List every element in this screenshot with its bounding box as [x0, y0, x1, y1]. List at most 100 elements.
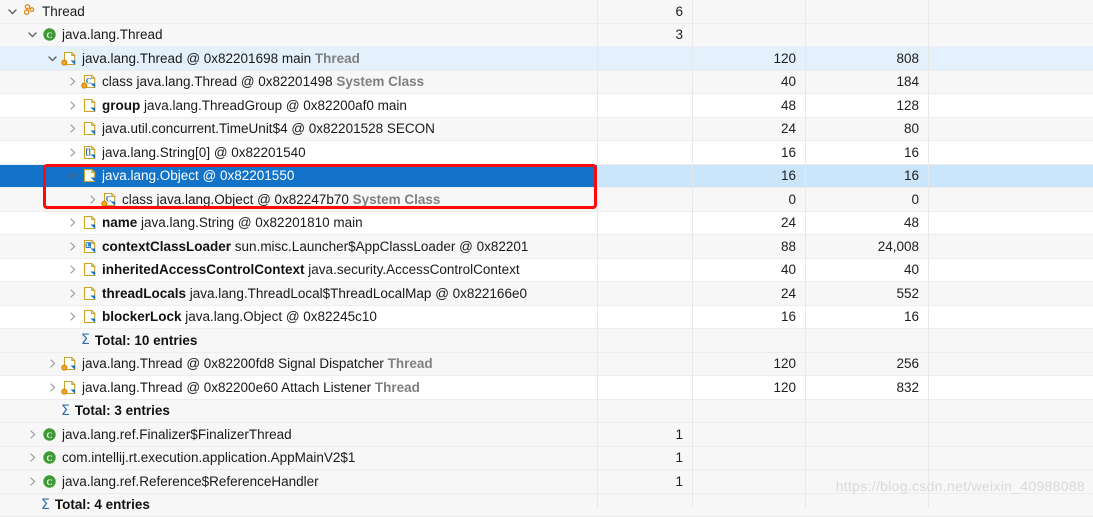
tree-cell[interactable]: LcontextClassLoader sun.misc.Launcher$Ap… — [0, 235, 597, 258]
shallow-heap-cell: 120 — [692, 353, 805, 376]
row-label: java.lang.ref.Finalizer$FinalizerThread — [62, 426, 292, 443]
tree-cell[interactable]: [] java.lang.String[0] @ 0x82201540 — [0, 141, 597, 164]
table-row[interactable]: ΣTotal: 3 entries — [0, 400, 1093, 424]
spacer-cell — [928, 423, 1093, 446]
retained-heap-cell: 16 — [805, 306, 928, 329]
row-label: Total: 10 entries — [95, 332, 198, 349]
table-row[interactable]: java.util.concurrent.TimeUnit$4 @ 0x8220… — [0, 118, 1093, 142]
chevron-down-icon[interactable] — [46, 52, 59, 65]
tree-cell[interactable]: java.lang.Thread @ 0x82200fd8 Signal Dis… — [0, 353, 597, 376]
tree-cell[interactable]: java.lang.Object @ 0x82201550 — [0, 165, 597, 188]
table-row[interactable]: inheritedAccessControlContext java.secur… — [0, 259, 1093, 283]
spacer-cell — [928, 235, 1093, 258]
row-label-normal: java.lang.Thread @ 0x82200e60 Attach Lis… — [82, 380, 375, 395]
chevron-right-icon[interactable] — [66, 287, 79, 300]
objects-cell — [597, 329, 692, 352]
table-row[interactable]: Ccom.intellij.rt.execution.application.A… — [0, 447, 1093, 471]
retained-heap-cell: 48 — [805, 212, 928, 235]
thread-object-icon — [61, 50, 78, 67]
table-row[interactable]: C class java.lang.Object @ 0x82247b70 Sy… — [0, 188, 1093, 212]
row-label-normal: Thread — [42, 4, 85, 19]
table-row[interactable]: threadLocals java.lang.ThreadLocal$Threa… — [0, 282, 1093, 306]
tree-cell[interactable]: C class java.lang.Thread @ 0x82201498 Sy… — [0, 71, 597, 94]
table-row[interactable]: Cjava.lang.ref.Finalizer$FinalizerThread… — [0, 423, 1093, 447]
row-label-normal: java.lang.ThreadGroup @ 0x82200af0 main — [140, 98, 407, 113]
table-row[interactable]: java.lang.Thread @ 0x82201698 main Threa… — [0, 47, 1093, 71]
row-label-bold: Total: 3 entries — [75, 403, 170, 418]
chevron-right-icon[interactable] — [46, 381, 59, 394]
svg-text:L: L — [86, 242, 90, 249]
table-row[interactable]: LcontextClassLoader sun.misc.Launcher$Ap… — [0, 235, 1093, 259]
thread-dominator-tree-table[interactable]: Thread6Cjava.lang.Thread3java.lang.Threa… — [0, 0, 1093, 508]
table-row[interactable]: ΣTotal: 10 entries — [0, 329, 1093, 353]
row-label-tag: System Class — [353, 192, 441, 207]
tree-cell[interactable]: Cjava.lang.Thread — [0, 24, 597, 47]
row-label: Total: 3 entries — [75, 402, 170, 419]
chevron-right-icon[interactable] — [66, 310, 79, 323]
tree-cell[interactable]: Thread — [0, 0, 597, 23]
chevron-right-icon[interactable] — [66, 216, 79, 229]
tree-cell[interactable]: java.util.concurrent.TimeUnit$4 @ 0x8220… — [0, 118, 597, 141]
table-row[interactable]: java.lang.Thread @ 0x82200e60 Attach Lis… — [0, 376, 1093, 400]
class-object-icon: C — [101, 191, 118, 208]
objects-cell — [597, 188, 692, 211]
tree-cell[interactable]: Cjava.lang.ref.Finalizer$FinalizerThread — [0, 423, 597, 446]
row-label-bold: threadLocals — [102, 286, 186, 301]
table-row[interactable]: [] java.lang.String[0] @ 0x822015401616 — [0, 141, 1093, 165]
table-row[interactable]: java.lang.Object @ 0x822015501616 — [0, 165, 1093, 189]
tree-cell[interactable]: Ccom.intellij.rt.execution.application.A… — [0, 447, 597, 470]
table-row[interactable]: ΣTotal: 4 entries — [0, 494, 1093, 517]
tree-cell[interactable]: java.lang.Thread @ 0x82201698 main Threa… — [0, 47, 597, 70]
chevron-right-icon[interactable] — [26, 451, 39, 464]
tree-cell[interactable]: group java.lang.ThreadGroup @ 0x82200af0… — [0, 94, 597, 117]
row-label-normal: sun.misc.Launcher$AppClassLoader @ 0x822… — [231, 239, 528, 254]
chevron-down-icon[interactable] — [6, 5, 19, 18]
table-row[interactable]: blockerLock java.lang.Object @ 0x82245c1… — [0, 306, 1093, 330]
tree-cell[interactable]: C class java.lang.Object @ 0x82247b70 Sy… — [0, 188, 597, 211]
retained-heap-cell: 184 — [805, 71, 928, 94]
chevron-down-icon[interactable] — [26, 28, 39, 41]
retained-heap-cell: 256 — [805, 353, 928, 376]
chevron-right-icon[interactable] — [66, 146, 79, 159]
tree-cell[interactable]: java.lang.Thread @ 0x82200e60 Attach Lis… — [0, 376, 597, 399]
chevron-right-icon[interactable] — [66, 263, 79, 276]
row-label-bold: blockerLock — [102, 309, 182, 324]
row-label-normal: java.lang.String[0] @ 0x82201540 — [102, 145, 306, 160]
row-label: contextClassLoader sun.misc.Launcher$App… — [102, 238, 528, 255]
row-label-normal: class java.lang.Thread @ 0x82201498 — [102, 74, 336, 89]
chevron-right-icon[interactable] — [46, 357, 59, 370]
tree-cell[interactable]: Cjava.lang.ref.Reference$ReferenceHandle… — [0, 470, 597, 493]
chevron-right-icon[interactable] — [86, 193, 99, 206]
retained-heap-cell: 552 — [805, 282, 928, 305]
chevron-down-icon[interactable] — [66, 169, 79, 182]
row-label-normal: java.util.concurrent.TimeUnit$4 @ 0x8220… — [102, 121, 435, 136]
objects-cell — [597, 118, 692, 141]
tree-cell[interactable]: threadLocals java.lang.ThreadLocal$Threa… — [0, 282, 597, 305]
chevron-right-icon[interactable] — [66, 122, 79, 135]
table-row[interactable]: Thread6 — [0, 0, 1093, 24]
chevron-right-icon[interactable] — [66, 99, 79, 112]
tree-cell[interactable]: inheritedAccessControlContext java.secur… — [0, 259, 597, 282]
tree-cell[interactable]: name java.lang.String @ 0x82201810 main — [0, 212, 597, 235]
class-icon: C — [41, 473, 58, 490]
objects-cell — [597, 306, 692, 329]
chevron-right-icon[interactable] — [26, 475, 39, 488]
shallow-heap-cell: 16 — [692, 165, 805, 188]
retained-heap-cell — [805, 24, 928, 47]
chevron-right-icon[interactable] — [66, 240, 79, 253]
row-label: name java.lang.String @ 0x82201810 main — [102, 214, 363, 231]
table-row[interactable]: Cjava.lang.ref.Reference$ReferenceHandle… — [0, 470, 1093, 494]
table-row[interactable]: C class java.lang.Thread @ 0x82201498 Sy… — [0, 71, 1093, 95]
table-row[interactable]: java.lang.Thread @ 0x82200fd8 Signal Dis… — [0, 353, 1093, 377]
retained-heap-cell: 0 — [805, 188, 928, 211]
table-row[interactable]: Cjava.lang.Thread3 — [0, 24, 1093, 48]
chevron-right-icon[interactable] — [66, 75, 79, 88]
objects-cell — [597, 259, 692, 282]
chevron-right-icon[interactable] — [26, 428, 39, 441]
tree-cell[interactable]: ΣTotal: 4 entries — [0, 494, 597, 517]
table-row[interactable]: group java.lang.ThreadGroup @ 0x82200af0… — [0, 94, 1093, 118]
tree-cell[interactable]: ΣTotal: 3 entries — [0, 400, 597, 423]
tree-cell[interactable]: blockerLock java.lang.Object @ 0x82245c1… — [0, 306, 597, 329]
tree-cell[interactable]: ΣTotal: 10 entries — [0, 329, 597, 352]
table-row[interactable]: name java.lang.String @ 0x82201810 main2… — [0, 212, 1093, 236]
